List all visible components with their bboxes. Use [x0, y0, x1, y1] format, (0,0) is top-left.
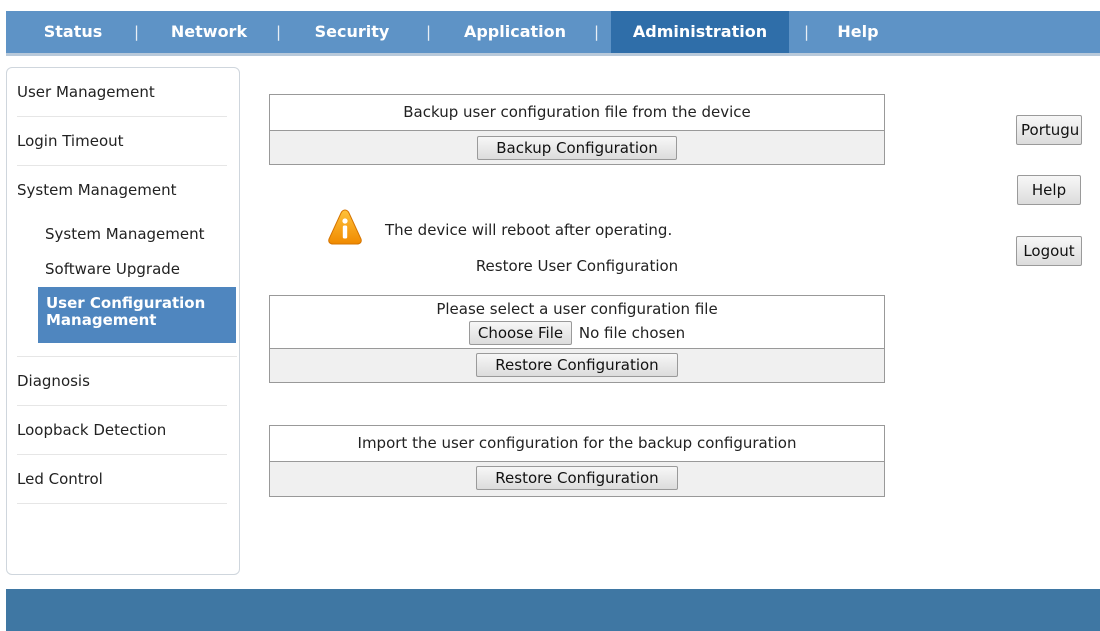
nav-network[interactable]: Network [164, 11, 254, 53]
backup-title: Backup user configuration file from the … [403, 103, 751, 121]
import-title: Import the user configuration for the ba… [357, 434, 797, 452]
backup-panel: Backup user configuration file from the … [269, 94, 885, 165]
nav-application[interactable]: Application [450, 11, 580, 53]
sidebar-item-system-management[interactable]: System Management [17, 166, 227, 215]
nav-separator: | [804, 23, 810, 41]
help-button[interactable]: Help [1017, 175, 1081, 205]
file-status: No file chosen [578, 324, 686, 342]
nav-separator: | [594, 23, 600, 41]
sidebar-item-user-management[interactable]: User Management [17, 68, 227, 117]
sidebar-sub-user-configuration-management[interactable]: User Configuration Management [38, 287, 236, 343]
footer-bar [6, 589, 1100, 631]
choose-file-button[interactable]: Choose File [468, 321, 573, 345]
nav-separator: | [426, 23, 432, 41]
sidebar-sub-system-management[interactable]: System Management [45, 222, 205, 246]
reboot-warning-text: The device will reboot after operating. [385, 221, 673, 239]
sidebar-item-loopback-detection[interactable]: Loopback Detection [17, 406, 227, 455]
nav-status[interactable]: Status [34, 11, 112, 53]
restore-section-title: Restore User Configuration [475, 257, 679, 275]
nav-separator: | [134, 23, 140, 41]
top-nav: Status | Network | Security | Applicatio… [6, 11, 1100, 56]
sidebar-item-diagnosis[interactable]: Diagnosis [17, 357, 227, 406]
nav-security[interactable]: Security [306, 11, 398, 53]
restore-prompt: Please select a user configuration file [436, 300, 718, 318]
import-restore-configuration-button[interactable]: Restore Configuration [476, 466, 678, 490]
nav-help[interactable]: Help [828, 11, 888, 53]
sidebar-item-led-control[interactable]: Led Control [17, 455, 227, 504]
restore-configuration-button[interactable]: Restore Configuration [476, 353, 678, 377]
import-panel: Import the user configuration for the ba… [269, 425, 885, 497]
sidebar-sub-software-upgrade[interactable]: Software Upgrade [45, 257, 180, 281]
backup-configuration-button[interactable]: Backup Configuration [477, 136, 677, 160]
nav-separator: | [276, 23, 282, 41]
sidebar-item-login-timeout[interactable]: Login Timeout [17, 117, 227, 166]
warning-icon [328, 209, 362, 245]
language-button[interactable]: Portugu [1016, 115, 1082, 145]
sidebar: User Management Login Timeout System Man… [6, 67, 240, 575]
logout-button[interactable]: Logout [1016, 236, 1082, 266]
restore-panel: Please select a user configuration file … [269, 295, 885, 383]
nav-administration[interactable]: Administration [611, 11, 789, 53]
